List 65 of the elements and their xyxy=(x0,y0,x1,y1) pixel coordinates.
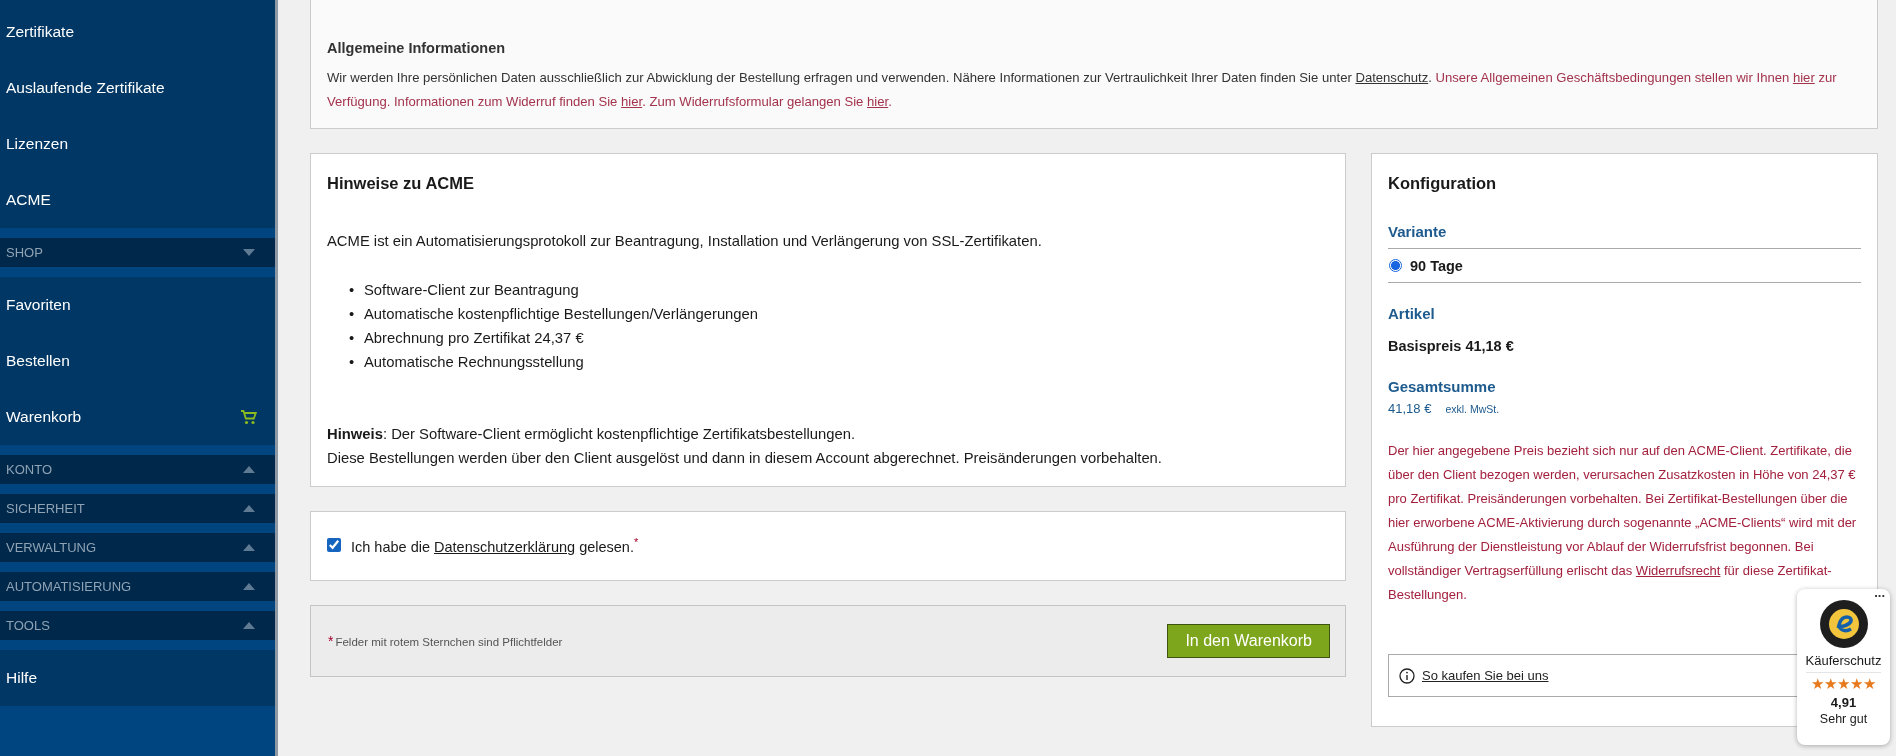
text-link[interactable]: hier xyxy=(1792,70,1815,85)
nav-item[interactable]: Bestellen xyxy=(0,333,275,389)
rating-verdict: Sehr gut xyxy=(1819,712,1868,726)
bullet-item: Abrechnung pro Zertifikat 24,37 € xyxy=(364,330,584,346)
nav-item[interactable]: Auslaufende Zertifikate xyxy=(0,60,275,116)
info-text: Wir werden Ihre persönlichen Daten ausschließlich zur Abwicklung der Bestellung erfragen und verwenden. Nähere Informationen zur Vertraulichkeit Ihrer Daten finden Sie unter Datenschutz. Unsere Allgemeinen Geschäftsbedingungen stellen wir Ihnen hier zur Verfügung. Informationen zum Widerruf finden Sie hier. Zum Widerrufsformular gelangen Sie hier. xyxy=(327,69,1838,111)
nav-item[interactable]: Favoriten xyxy=(0,277,275,333)
variant-label: 90 Tage xyxy=(1410,257,1463,274)
note-text: Hinweis: Der Software-Client ermöglicht kostenpflichtige Zertifikatsbestellungen. xyxy=(327,425,856,444)
panel-title: Hinweise zu ACME xyxy=(327,174,475,193)
radio-button[interactable] xyxy=(1389,259,1402,272)
section-header[interactable]: AUTOMATISIERUNG xyxy=(0,572,275,601)
nav-item[interactable]: Hilfe xyxy=(0,650,275,706)
consent-text: Ich habe die Datenschutzerklärung gelesen.$^{*}$ xyxy=(351,536,639,555)
bullet-marker: • xyxy=(349,305,356,324)
required-note: *Felder mit rotem Sternchen sind Pflichtfelder xyxy=(328,632,563,649)
bullet-marker: • xyxy=(349,353,356,372)
privacy-link[interactable]: Datenschutzerklärung xyxy=(434,538,576,555)
cart-icon xyxy=(241,409,257,425)
total-price: 41,18 € xyxy=(1388,401,1432,416)
consent-checkbox[interactable] xyxy=(327,538,341,553)
bullet-item: Software-Client zur Beantragung xyxy=(364,282,579,298)
section-header[interactable]: TOOLS xyxy=(0,611,275,640)
expand-caret-icon xyxy=(243,466,255,473)
info-title: Allgemeine Informationen xyxy=(327,40,507,56)
variant-heading: Variante xyxy=(1388,223,1448,240)
collapse-caret-icon xyxy=(243,249,255,256)
star-icon: ★ xyxy=(1837,675,1850,693)
legal-text: Der hier angegebene Preis bezieht sich nur auf den ACME-Client. Zertifikate, die über den Client bezogen werden, verursachen Zusatzkosten in Höhe von 24,37 € pro Zertifikat. Preisänderungen vorbehalten. Bei Zertifikat-Bestellungen über die hier erworbene ACME-Aktivierung durch sogenannte „ACME-Clients“ wird mit der Ausführung der Dienstleistung vor Ablauf der Widerrufsfrist begonnen. Bei vollständiger Vertragserfüllung erlischt das Widerrufsrecht für diese Zertifikat-Bestellungen. xyxy=(1388,442,1858,604)
how-to-buy-link[interactable]: So kaufen Sie bei uns xyxy=(1422,668,1549,683)
section-header[interactable]: VERWALTUNG xyxy=(0,533,275,562)
badge-label: Käuferschutz xyxy=(1805,653,1882,673)
note-text: Diese Bestellungen werden über den Client ausgelöst und dann in diesem Account abgerechnet. Preisänderungen vorbehalten. xyxy=(327,449,1163,468)
star-icon: ★ xyxy=(1811,675,1824,693)
expand-caret-icon xyxy=(243,622,255,629)
star-icon: ★ xyxy=(1824,675,1837,693)
section-header[interactable]: SHOP xyxy=(0,238,275,267)
star-icon: ★ xyxy=(1863,675,1876,693)
rating-value: 4,91 xyxy=(1830,695,1857,710)
bullet-marker: • xyxy=(349,329,356,348)
section-header[interactable]: SICHERHEIT xyxy=(0,494,275,523)
article-heading: Artikel xyxy=(1388,305,1436,322)
nav-item[interactable]: Lizenzen xyxy=(0,116,275,172)
expand-caret-icon xyxy=(243,505,255,512)
text-link[interactable]: hier xyxy=(867,94,889,109)
intro-text: ACME ist ein Automatisierungsprotokoll zur Beantragung, Installation und Verlängerung von SSL-Zertifikaten. xyxy=(327,233,1043,249)
text-link[interactable]: hier xyxy=(621,94,643,109)
section-header[interactable]: KONTO xyxy=(0,455,275,484)
panel-title: Konfiguration xyxy=(1388,174,1498,193)
info-icon xyxy=(1399,667,1415,684)
more-menu[interactable]: ... xyxy=(1874,585,1885,600)
seal-icon xyxy=(1818,599,1869,649)
nav-item[interactable]: Warenkorb xyxy=(0,389,275,445)
bullet-marker: • xyxy=(349,281,356,300)
expand-caret-icon xyxy=(243,583,255,590)
expand-caret-icon xyxy=(243,544,255,551)
bullet-item: Automatische Rechnungsstellung xyxy=(364,354,584,370)
base-price: Basispreis 41,18 € xyxy=(1388,338,1515,354)
nav-item[interactable]: ACME xyxy=(0,172,275,228)
total-heading: Gesamtsumme xyxy=(1388,378,1497,395)
text-link[interactable]: Widerrufsrecht xyxy=(1635,563,1721,578)
tax-note: exkl. MwSt. xyxy=(1445,403,1500,415)
star-icon: ★ xyxy=(1850,675,1863,693)
bullet-item: Automatische kostenpflichtige Bestellungen/Verlängerungen xyxy=(364,306,759,322)
nav-item[interactable]: Zertifikate xyxy=(0,4,275,60)
